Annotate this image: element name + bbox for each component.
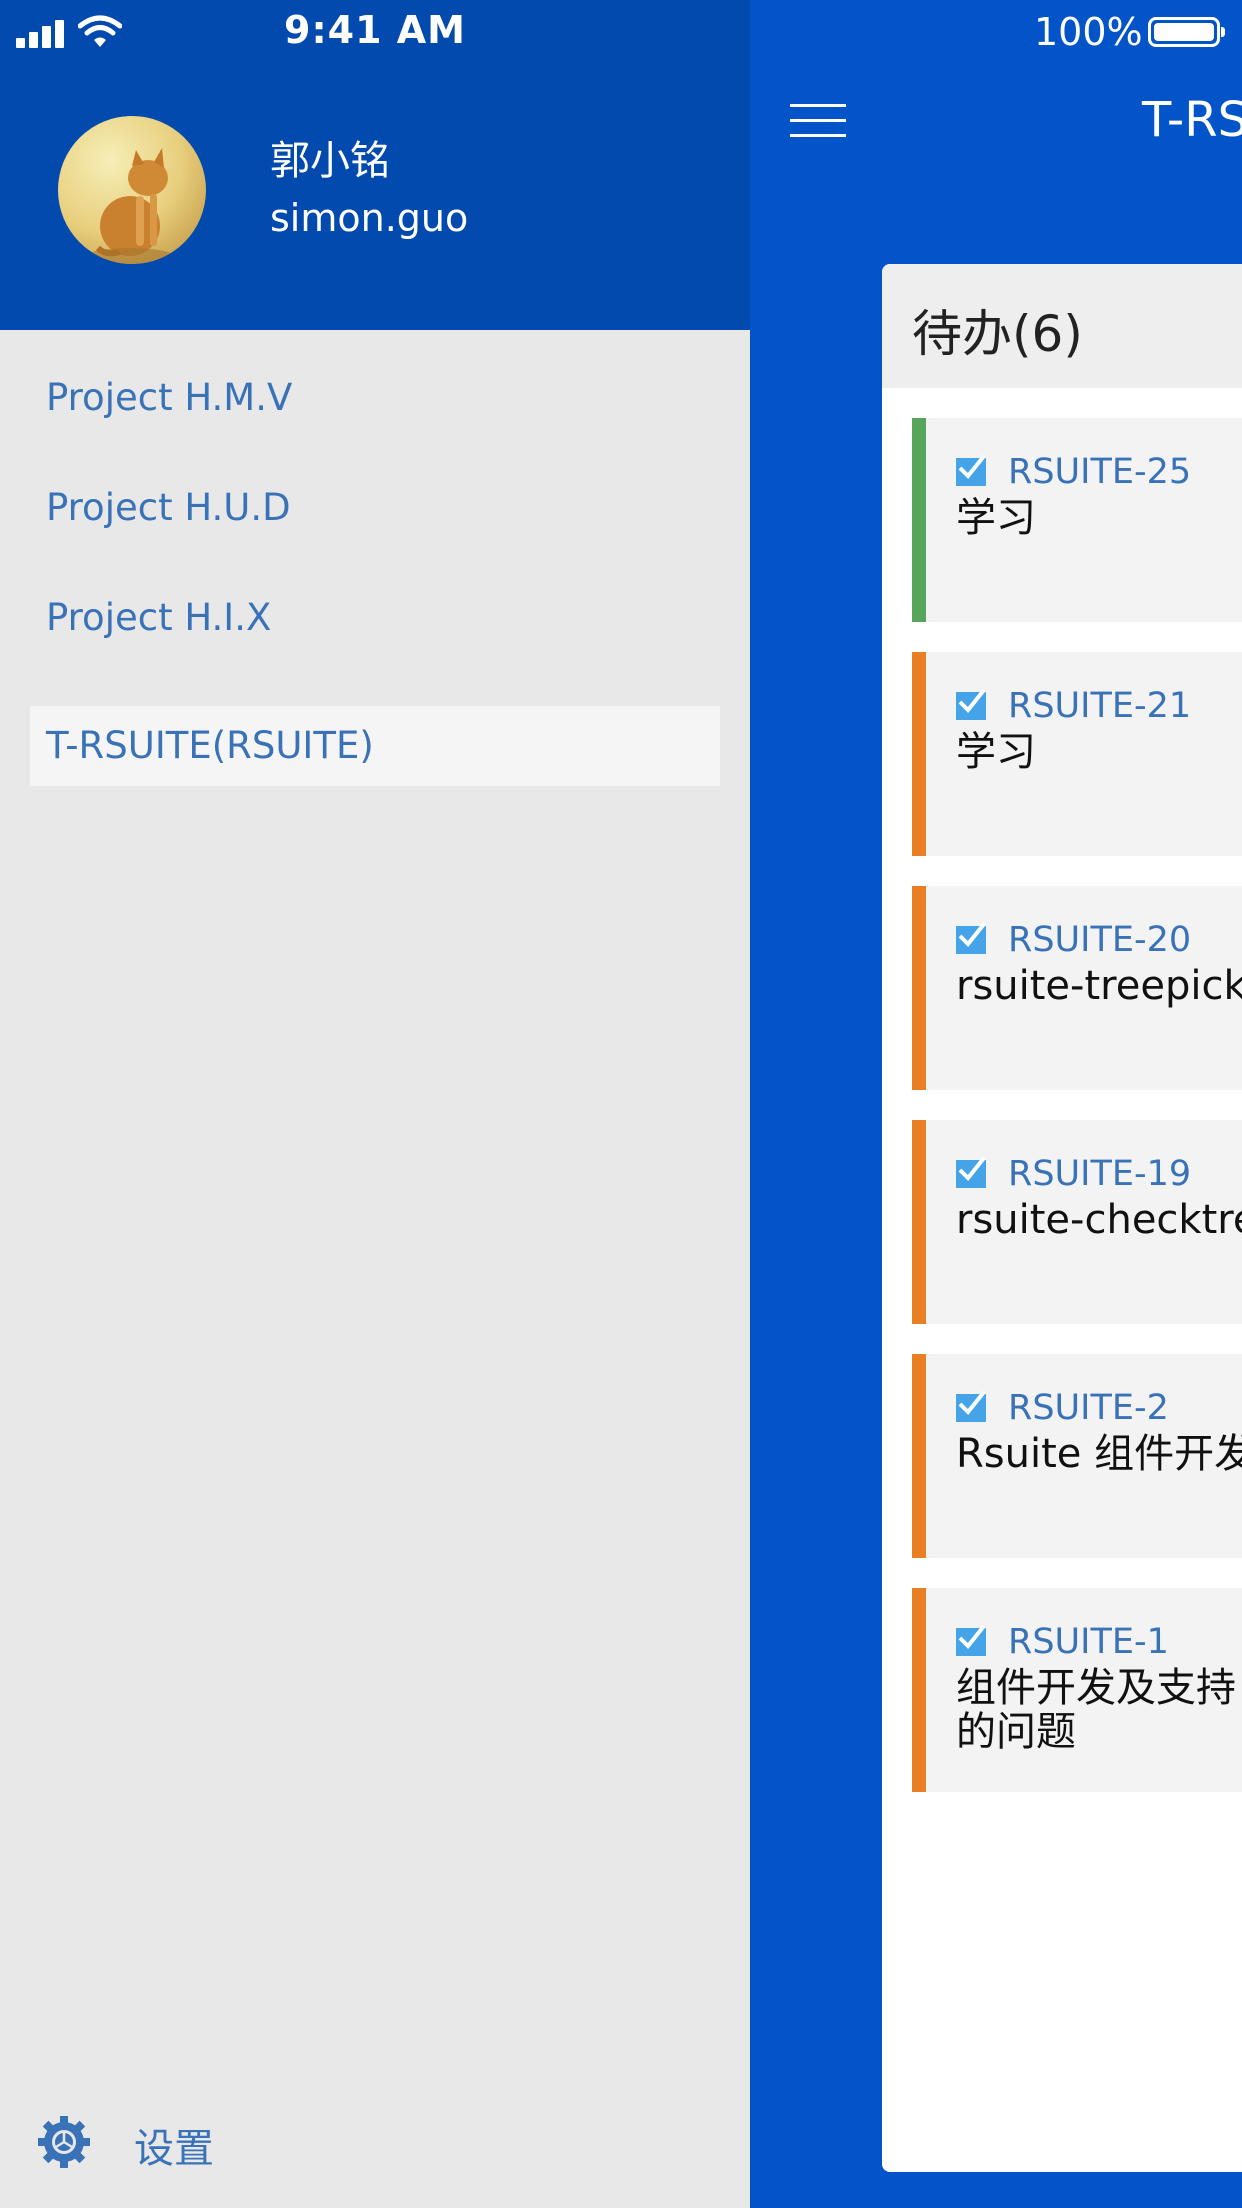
task-id[interactable]: RSUITE-19 [1008,1154,1191,1194]
user-display-name: 郭小铭 [270,138,390,184]
project-item[interactable]: Project H.U.D [30,468,720,548]
status-bar: 9:41 AM 100% [0,0,1242,62]
settings-button[interactable]: 设置 [36,2110,336,2176]
task-card[interactable]: RSUITE-20 rsuite-treepicke [912,886,1242,1090]
gear-icon [38,2116,90,2168]
task-type-icon [956,922,986,954]
cat-avatar [58,116,206,264]
navigation-drawer: 郭小铭 simon.guo Project H.M.V Project H.U.… [0,0,750,2208]
hamburger-menu-icon[interactable] [790,104,846,138]
status-time: 9:41 AM [284,8,466,52]
settings-label: 设置 [134,2126,214,2172]
status-bar-indicator [912,418,926,622]
status-bar-indicator [912,1588,926,1792]
task-card[interactable]: RSUITE-25 学习 [912,418,1242,622]
status-bar-indicator [912,1354,926,1558]
task-id[interactable]: RSUITE-25 [1008,452,1191,492]
task-card[interactable]: RSUITE-1 组件开发及支持 的问题 [912,1588,1242,1792]
task-title: Rsuite 组件开发 [956,1431,1242,1477]
status-bar-indicator [912,1120,926,1324]
task-id[interactable]: RSUITE-1 [1008,1622,1169,1662]
battery-percentage: 100% [1034,10,1143,54]
project-item-active[interactable]: T-RSUITE(RSUITE) [30,706,720,786]
todo-board-column: 待办(6) RSUITE-25 学习 RSUITE-21 学习 RSUITE-2… [882,264,1242,2172]
task-type-icon [956,1156,986,1188]
status-bar-indicator [912,886,926,1090]
board-column-title: 待办(6) [912,305,1083,363]
task-type-icon [956,454,986,486]
task-title: rsuite-checktre [956,1197,1242,1243]
task-card[interactable]: RSUITE-19 rsuite-checktre [912,1120,1242,1324]
task-id[interactable]: RSUITE-2 [1008,1388,1169,1428]
task-id[interactable]: RSUITE-21 [1008,686,1191,726]
project-item[interactable]: Project H.M.V [30,358,720,438]
task-card[interactable]: RSUITE-2 Rsuite 组件开发 [912,1354,1242,1558]
status-bar-indicator [912,652,926,856]
page-title: T-RS [1142,92,1242,148]
task-type-icon [956,688,986,720]
task-title: 组件开发及支持 的问题 [956,1665,1236,1755]
task-card[interactable]: RSUITE-21 学习 [912,652,1242,856]
user-username: simon.guo [270,196,469,240]
task-title: 学习 [956,729,1036,775]
task-id[interactable]: RSUITE-20 [1008,920,1191,960]
task-title: 学习 [956,495,1036,541]
project-item[interactable]: Project H.I.X [30,578,720,658]
task-title: rsuite-treepicke [956,963,1242,1009]
board-column-header: 待办(6) [882,264,1242,388]
main-content: T-RS 待办(6) RSUITE-25 学习 RSUITE-21 学习 RSU… [750,0,1242,2208]
task-type-icon [956,1390,986,1422]
avatar[interactable] [58,116,206,264]
battery-icon [1148,17,1225,47]
task-type-icon [956,1624,986,1656]
